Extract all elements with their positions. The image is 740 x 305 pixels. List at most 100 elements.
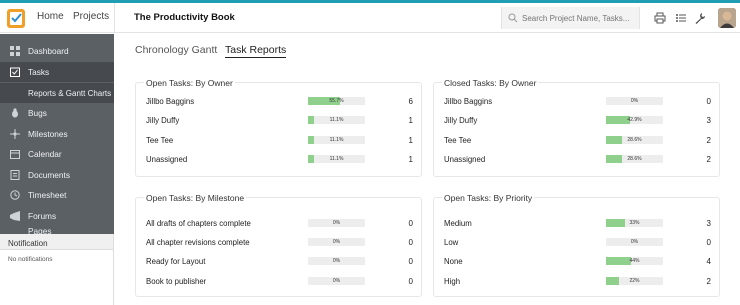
progress-percent: 0%: [332, 258, 341, 264]
timesheet-icon: [10, 190, 20, 200]
sidebar-item-label: Dashboard: [28, 46, 69, 56]
progress-bar: 0%: [308, 219, 365, 227]
row-count: 3: [706, 115, 711, 125]
sidebar-item-milestones[interactable]: Milestones: [0, 124, 114, 144]
row-count: 0: [706, 96, 711, 106]
row-name: All chapter revisions complete: [146, 237, 250, 247]
sidebar-item-label: Reports & Gantt Charts: [28, 88, 112, 98]
bug-icon: [12, 108, 18, 118]
nav-home-link[interactable]: Home: [37, 11, 64, 22]
progress-percent: 11.1%: [329, 156, 344, 162]
card-title: Open Tasks: By Milestone: [144, 193, 247, 203]
table-row: All drafts of chapters complete 0% 0: [146, 216, 413, 230]
project-title: The Productivity Book: [134, 12, 235, 23]
row-count: 0: [408, 237, 413, 247]
sidebar-item-timesheet[interactable]: Timesheet: [0, 185, 114, 205]
progress-percent: 11.1%: [329, 117, 344, 123]
progress-bar: 11.1%: [308, 136, 365, 144]
tab-task-reports[interactable]: Task Reports: [225, 44, 287, 58]
table-row: Ready for Layout 0% 0: [146, 254, 413, 268]
header: Home Projects The Productivity Book: [0, 3, 740, 33]
printer-icon[interactable]: [654, 12, 666, 24]
wrench-icon[interactable]: [694, 12, 706, 24]
row-name: Unassigned: [444, 154, 486, 164]
avatar-icon: [718, 8, 736, 28]
search-icon: [508, 13, 518, 23]
sidebar-item-tasks[interactable]: Tasks: [0, 62, 114, 82]
table-row: Medium 33% 3: [444, 216, 711, 230]
table-row: Jillbo Baggins 55.7% 6: [146, 94, 413, 108]
notification-body: No notifications: [8, 256, 53, 263]
row-name: Low: [444, 237, 459, 247]
progress-bar: 22%: [606, 277, 663, 285]
tab-chronology-gantt[interactable]: Chronology Gantt: [135, 44, 217, 56]
table-row: Book to publisher 0% 0: [146, 274, 413, 288]
table-row: Tee Tee 28.6% 2: [444, 133, 711, 147]
sidebar-item-reports-gantt[interactable]: Reports & Gantt Charts: [0, 83, 114, 103]
tasks-icon: [10, 67, 20, 77]
row-name: Book to publisher: [146, 276, 207, 286]
progress-percent: 0%: [630, 98, 639, 104]
sidebar-item-label: Documents: [28, 170, 70, 180]
row-count: 2: [706, 154, 711, 164]
progress-percent: 28.6%: [627, 137, 642, 143]
table-row: Unassigned 28.6% 2: [444, 152, 711, 166]
sidebar-item-documents[interactable]: Documents: [0, 165, 114, 185]
search-input[interactable]: [522, 13, 634, 23]
sidebar-item-label: Calendar: [28, 149, 62, 159]
nav-projects-link[interactable]: Projects: [73, 11, 109, 22]
search-box[interactable]: [501, 7, 640, 29]
row-name: High: [444, 276, 461, 286]
notification-panel: Notification No notifications: [0, 234, 114, 305]
sidebar-item-calendar[interactable]: Calendar: [0, 144, 114, 164]
sidebar-item-dashboard[interactable]: Dashboard: [0, 41, 114, 61]
row-name: Tee Tee: [146, 135, 174, 145]
table-row: Jilly Duffy 11.1% 1: [146, 113, 413, 127]
sidebar-item-label: Tasks: [28, 67, 50, 77]
row-name: All drafts of chapters complete: [146, 218, 251, 228]
row-count: 2: [706, 276, 711, 286]
row-name: Tee Tee: [444, 135, 472, 145]
progress-percent: 44%: [629, 258, 640, 264]
dashboard-icon: [10, 46, 20, 56]
progress-percent: 0%: [332, 278, 341, 284]
row-name: Ready for Layout: [146, 256, 206, 266]
row-count: 2: [706, 135, 711, 145]
card-open-by-owner: Open Tasks: By Owner Jillbo Baggins 55.7%…: [135, 78, 422, 177]
row-count: 6: [408, 96, 413, 106]
user-avatar[interactable]: [718, 8, 736, 28]
progress-bar: 28.6%: [606, 155, 663, 163]
progress-percent: 28.6%: [627, 156, 642, 162]
sidebar-item-bugs[interactable]: Bugs: [0, 103, 114, 123]
progress-bar: 11.1%: [308, 155, 365, 163]
progress-percent: 42.9%: [627, 117, 642, 123]
row-count: 3: [706, 218, 711, 228]
row-name: Jilly Duffy: [444, 115, 478, 125]
card-open-by-priority: Open Tasks: By Priority Medium 33% 3 Low 0%…: [433, 193, 720, 297]
progress-bar: 11.1%: [308, 116, 365, 124]
card-open-by-milestone: Open Tasks: By Milestone All drafts of c…: [135, 193, 422, 297]
table-row: Jilly Duffy 42.9% 3: [444, 113, 711, 127]
row-count: 0: [408, 256, 413, 266]
main-content: Chronology Gantt Task Reports Open Tasks…: [115, 34, 740, 302]
row-count: 0: [408, 276, 413, 286]
row-name: Medium: [444, 218, 472, 228]
app-logo-icon[interactable]: [6, 7, 26, 29]
progress-percent: 33%: [629, 220, 640, 226]
progress-bar: 28.6%: [606, 136, 663, 144]
sidebar-item-forums[interactable]: Forums: [0, 206, 114, 226]
sidebar-item-label: Timesheet: [28, 190, 67, 200]
calendar-icon: [10, 150, 20, 159]
progress-bar: 42.9%: [606, 116, 663, 124]
milestone-icon: [10, 129, 20, 139]
list-icon[interactable]: [675, 12, 687, 24]
progress-percent: 0%: [332, 239, 341, 245]
table-row: High 22% 2: [444, 274, 711, 288]
progress-percent: 0%: [332, 220, 341, 226]
sidebar-item-pages[interactable]: Pages: [0, 224, 114, 234]
card-title: Open Tasks: By Priority: [442, 193, 535, 203]
card-title: Open Tasks: By Owner: [144, 78, 235, 88]
row-name: Jilly Duffy: [146, 115, 180, 125]
header-divider: [114, 3, 115, 33]
progress-bar: 55.7%: [308, 97, 365, 105]
